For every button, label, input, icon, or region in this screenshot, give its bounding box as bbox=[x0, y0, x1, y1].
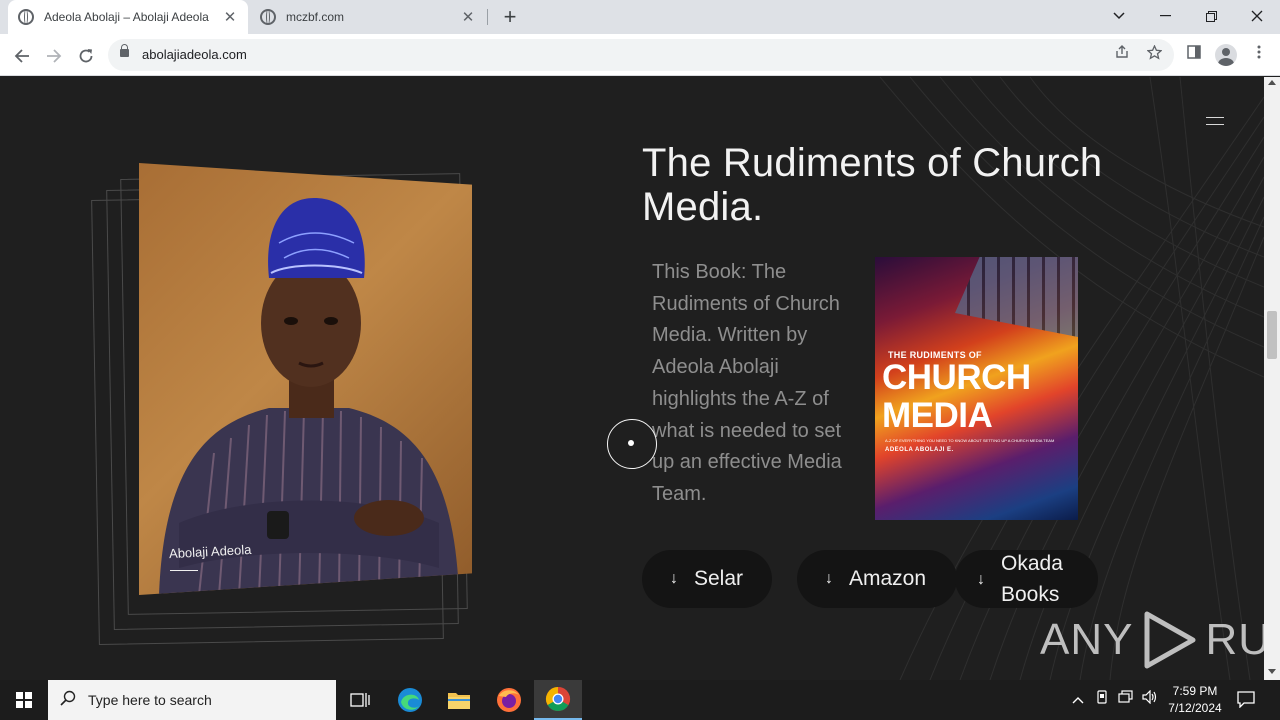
arrow-left-icon bbox=[14, 49, 29, 63]
start-button[interactable] bbox=[0, 680, 48, 720]
task-view-icon bbox=[350, 693, 370, 707]
reload-button[interactable] bbox=[72, 41, 100, 69]
close-icon[interactable]: ✕ bbox=[222, 8, 238, 26]
cover-title-line2: MEDIA bbox=[882, 396, 993, 435]
forward-button[interactable] bbox=[40, 41, 68, 69]
scroll-thumb[interactable] bbox=[1267, 311, 1277, 359]
close-icon bbox=[1251, 10, 1263, 22]
back-button[interactable] bbox=[8, 41, 36, 69]
minimize-button[interactable] bbox=[1142, 0, 1188, 30]
restore-button[interactable] bbox=[1188, 0, 1234, 30]
arrow-down-icon: ↓ bbox=[670, 570, 678, 587]
cover-author: ADEOLA ABOLAJI E. bbox=[885, 447, 954, 453]
amazon-button[interactable]: ↓ Amazon bbox=[797, 550, 957, 608]
arrow-down-icon: ↓ bbox=[977, 570, 985, 588]
tab-title: Adeola Abolaji – Abolaji Adeola bbox=[44, 10, 209, 24]
firefox-taskbar-button[interactable] bbox=[485, 680, 533, 720]
address-bar[interactable]: abolajiadeola.com bbox=[108, 39, 1174, 71]
reload-icon bbox=[79, 49, 93, 63]
minimize-icon bbox=[1159, 15, 1171, 17]
amazon-label: Amazon bbox=[849, 567, 927, 590]
url-text[interactable]: abolajiadeola.com bbox=[142, 47, 247, 62]
volume-icon[interactable] bbox=[1140, 689, 1160, 710]
side-panel-icon[interactable] bbox=[1184, 45, 1204, 65]
tab-search-button[interactable] bbox=[1096, 0, 1142, 30]
page-scrollbar[interactable] bbox=[1264, 77, 1280, 680]
custom-cursor-dot bbox=[628, 440, 634, 446]
book-cover[interactable]: THE RUDIMENTS OF CHURCH MEDIA A-Z OF EVE… bbox=[875, 257, 1078, 520]
book-title: The Rudiments of Church Media. bbox=[642, 141, 1103, 229]
selar-label: Selar bbox=[694, 567, 744, 590]
okada-label-line1: Okada bbox=[1001, 552, 1063, 575]
folder-icon bbox=[448, 693, 470, 709]
device-icon[interactable] bbox=[1092, 690, 1112, 710]
restore-icon bbox=[1205, 10, 1217, 22]
tab-title: mczbf.com bbox=[286, 10, 345, 24]
web-page: Abolaji Adeola The Rudiments of Church M… bbox=[0, 77, 1264, 680]
search-placeholder: Type here to search bbox=[88, 692, 212, 708]
cover-screens bbox=[955, 257, 1078, 337]
tab-separator bbox=[487, 9, 488, 25]
caption-underline bbox=[170, 570, 198, 571]
bookmark-star-icon[interactable] bbox=[1144, 44, 1164, 65]
windows-logo-icon bbox=[16, 692, 32, 708]
tab-mczbf[interactable]: mczbf.com ✕ bbox=[250, 0, 486, 34]
tab-strip: Adeola Abolaji – Abolaji Adeola ✕ mczbf.… bbox=[0, 0, 1280, 34]
chrome-taskbar-button[interactable] bbox=[534, 680, 582, 720]
chevron-down-icon bbox=[1113, 12, 1125, 20]
close-window-button[interactable] bbox=[1234, 0, 1280, 30]
close-icon[interactable]: ✕ bbox=[460, 8, 476, 26]
book-description: This Book: The Rudiments of Church Media… bbox=[652, 261, 842, 505]
cover-tagline: A-Z OF EVERYTHING YOU NEED TO KNOW ABOUT… bbox=[885, 438, 1055, 443]
arrow-right-icon bbox=[47, 49, 62, 63]
play-logo-icon bbox=[1144, 611, 1196, 669]
browser-toolbar: abolajiadeola.com bbox=[0, 34, 1280, 76]
profile-avatar[interactable] bbox=[1215, 44, 1237, 66]
system-clock[interactable]: 7:59 PM 7/12/2024 bbox=[1160, 683, 1230, 717]
arrow-down-icon: ↓ bbox=[825, 570, 833, 587]
author-photo bbox=[159, 198, 459, 595]
tab-adeola-abolaji[interactable]: Adeola Abolaji – Abolaji Adeola ✕ bbox=[8, 0, 248, 34]
hamburger-menu-icon[interactable] bbox=[1206, 117, 1224, 125]
anyrun-watermark: ANY RUN bbox=[1040, 607, 1264, 673]
watermark-text-left: ANY bbox=[1040, 615, 1134, 664]
scroll-down-arrow-icon[interactable] bbox=[1268, 669, 1276, 674]
lock-icon[interactable] bbox=[120, 44, 129, 57]
taskbar-search[interactable]: Type here to search bbox=[48, 680, 336, 720]
selar-button[interactable]: ↓ Selar bbox=[642, 550, 772, 608]
search-icon bbox=[60, 690, 80, 710]
globe-icon bbox=[260, 9, 276, 25]
edge-taskbar-button[interactable] bbox=[386, 680, 434, 720]
clock-date: 7/12/2024 bbox=[1168, 701, 1222, 715]
author-portrait bbox=[139, 163, 472, 595]
new-tab-button[interactable]: + bbox=[498, 3, 522, 31]
share-icon[interactable] bbox=[1112, 45, 1132, 65]
clock-time: 7:59 PM bbox=[1172, 684, 1218, 698]
more-menu-icon[interactable] bbox=[1249, 45, 1269, 65]
task-view-button[interactable] bbox=[336, 680, 384, 720]
chrome-icon bbox=[545, 687, 571, 712]
okada-books-button[interactable]: ↓ Okada Books bbox=[955, 550, 1098, 608]
okada-label: Okada Books bbox=[1001, 548, 1063, 610]
windows-taskbar: Type here to search 7:59 PM 7/12/2024 bbox=[0, 680, 1280, 720]
okada-label-line2: Books bbox=[1001, 583, 1060, 606]
notification-icon[interactable] bbox=[1236, 690, 1258, 710]
watermark-text-right: RUN bbox=[1205, 615, 1264, 664]
file-explorer-taskbar-button[interactable] bbox=[435, 680, 483, 720]
chevron-up-icon[interactable] bbox=[1068, 690, 1088, 710]
scroll-up-arrow-icon[interactable] bbox=[1268, 80, 1276, 85]
network-icon[interactable] bbox=[1116, 690, 1136, 710]
cover-title-line1: CHURCH bbox=[882, 358, 1031, 397]
globe-icon bbox=[18, 9, 34, 25]
firefox-icon bbox=[497, 688, 521, 712]
edge-icon bbox=[398, 688, 422, 712]
